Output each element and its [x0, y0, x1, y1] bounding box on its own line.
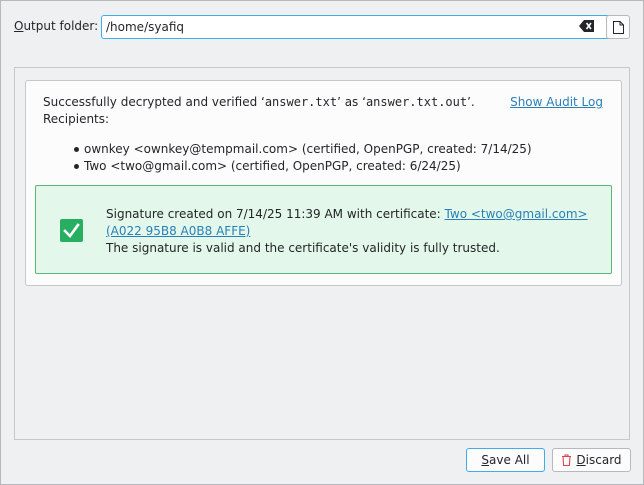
output-folder-input[interactable]: [101, 15, 615, 39]
discard-button[interactable]: Discard: [552, 448, 631, 472]
decrypt-status-message: Successfully decrypted and verified ‘ans…: [43, 95, 475, 109]
output-filename: answer.txt.out: [365, 95, 468, 109]
recipient-item: ownkey <ownkey@tempmail.com> (certified,…: [74, 141, 532, 158]
signature-status-box: Signature created on 7/14/25 11:39 AM wi…: [35, 185, 612, 274]
document-open-icon: [613, 21, 624, 34]
output-folder-row: Output folder:: [14, 15, 630, 39]
save-all-button[interactable]: Save All: [466, 448, 545, 472]
recipients-label: Recipients:: [43, 112, 110, 126]
recipient-item: Two <two@gmail.com> (certified, OpenPGP,…: [74, 158, 532, 175]
trash-icon: [562, 454, 572, 466]
browse-folder-button[interactable]: [606, 15, 630, 39]
input-filename: answer.txt: [264, 95, 338, 109]
show-audit-log-link[interactable]: Show Audit Log: [510, 95, 603, 109]
result-card: Successfully decrypted and verified ‘ans…: [25, 80, 622, 286]
signature-info: Signature created on 7/14/25 11:39 AM wi…: [106, 207, 445, 221]
recipients-list: ownkey <ownkey@tempmail.com> (certified,…: [74, 141, 532, 175]
clear-text-icon[interactable]: [579, 19, 595, 33]
checkmark-icon: [60, 219, 83, 242]
signature-details: Signature created on 7/14/25 11:39 AM wi…: [106, 206, 596, 257]
signature-validity: The signature is valid and the certifica…: [106, 241, 500, 255]
results-panel: Successfully decrypted and verified ‘ans…: [14, 67, 630, 440]
output-folder-label: Output folder:: [14, 19, 99, 33]
